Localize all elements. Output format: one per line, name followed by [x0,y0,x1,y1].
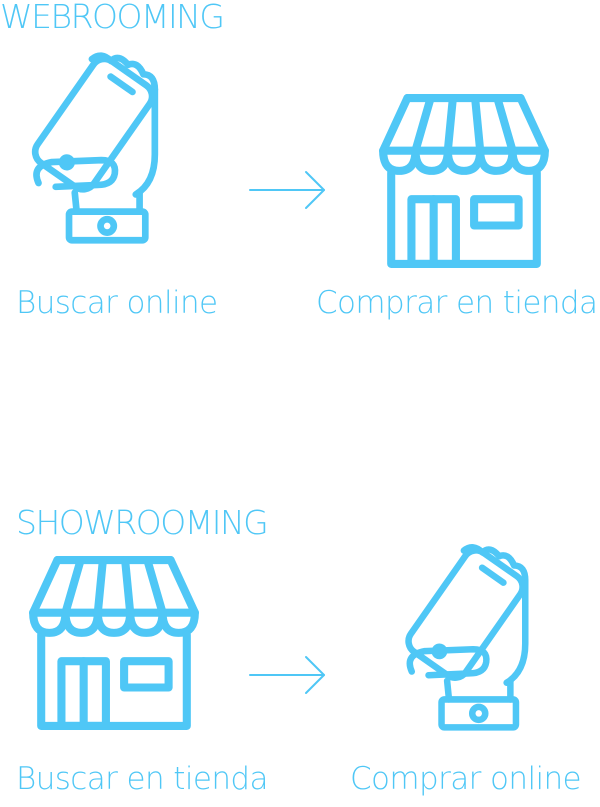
store-icon [22,552,206,734]
phone-in-hand-icon [382,532,542,732]
showrooming-from-caption: Buscar en tienda [16,761,268,797]
arrow-right-icon [248,170,328,210]
showrooming-to-caption: Comprar online [350,761,582,797]
store-icon [372,90,556,272]
arrow-right-icon [248,655,328,695]
webrooming-to-caption: Comprar en tienda [316,285,598,321]
webrooming-from-caption: Buscar online [16,285,218,321]
webrooming-title: WEBROOMING [0,0,225,36]
phone-in-hand-icon [10,40,170,245]
showrooming-title: SHOWROOMING [16,503,269,542]
